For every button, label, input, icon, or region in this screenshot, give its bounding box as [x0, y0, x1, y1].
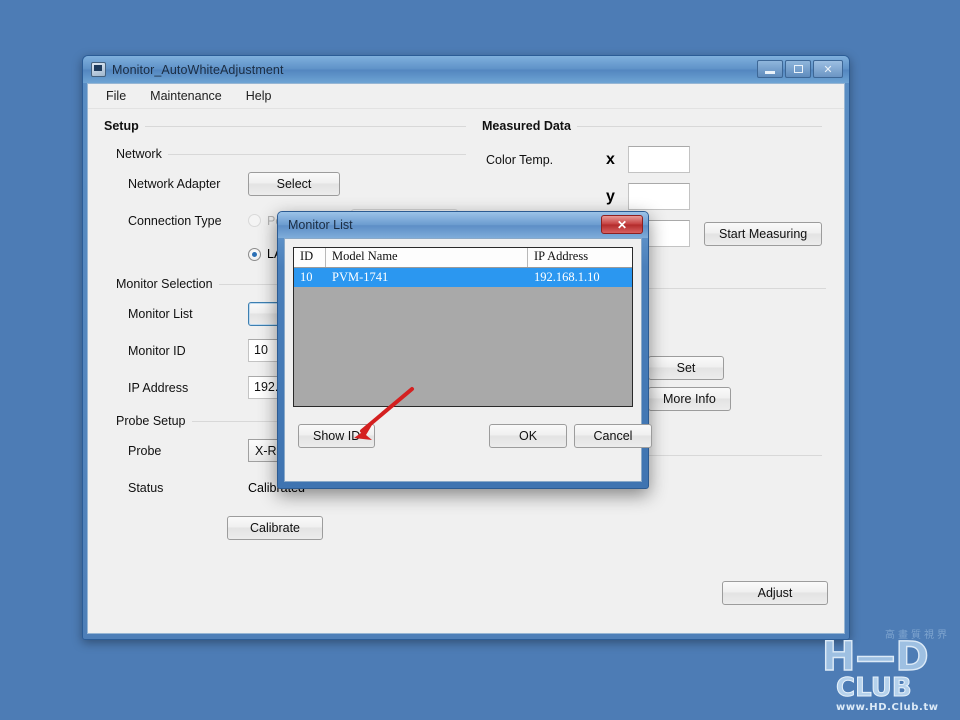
dialog-close-button[interactable]: ✕	[601, 215, 643, 234]
dialog-button-bar: Show ID OK Cancel	[293, 424, 652, 448]
app-monitor-icon	[91, 62, 106, 77]
title-bar[interactable]: Monitor_AutoWhiteAdjustment ✕	[83, 56, 849, 83]
calibrate-row: Calibrate	[116, 508, 474, 540]
probe-label: Probe	[128, 443, 162, 458]
status-label: Status	[128, 480, 164, 495]
connection-type-label: Connection Type	[128, 213, 222, 228]
cell-id: 10	[300, 270, 313, 284]
set-button[interactable]: Set	[648, 355, 724, 380]
network-adapter-label: Network Adapter	[128, 176, 221, 191]
dialog-title: Monitor List	[288, 218, 353, 232]
dialog-title-bar[interactable]: Monitor List ✕	[278, 212, 648, 238]
window-controls: ✕	[757, 60, 843, 78]
svg-text:www.HD.Club.tw: www.HD.Club.tw	[836, 702, 939, 713]
radio-dot-icon	[248, 214, 261, 227]
cell-ip-address: 192.168.1.10	[534, 270, 600, 284]
close-icon: ✕	[823, 63, 833, 76]
adjust-button[interactable]: Adjust	[722, 581, 828, 605]
measured-data-title: Measured Data	[482, 119, 577, 133]
column-header-id[interactable]: ID	[294, 248, 326, 267]
ok-button[interactable]: OK	[489, 424, 567, 448]
radio-dot-selected-icon	[248, 247, 261, 261]
network-group-title: Network	[116, 147, 168, 161]
more-info-button[interactable]: More Info	[648, 387, 731, 411]
table-header-row: ID Model Name IP Address	[294, 248, 632, 268]
show-id-button[interactable]: Show ID	[298, 424, 376, 448]
x-axis-label: x	[606, 150, 615, 168]
color-temp-x-field[interactable]	[628, 146, 690, 173]
minimize-button[interactable]	[757, 60, 783, 78]
watermark-cjk-text: 高畫質視界	[885, 630, 950, 641]
monitor-list-label: Monitor List	[128, 306, 193, 321]
menu-item-maintenance[interactable]: Maintenance	[140, 86, 232, 106]
color-temp-y-row: y	[486, 178, 830, 215]
cancel-button[interactable]: Cancel	[574, 424, 652, 448]
table-row[interactable]: 10 PVM-1741 192.168.1.10	[294, 268, 632, 287]
menu-bar: File Maintenance Help	[88, 84, 844, 109]
calibrate-button[interactable]: Calibrate	[227, 516, 323, 540]
y-axis-label: y	[606, 187, 615, 205]
start-measuring-button[interactable]: Start Measuring	[704, 221, 823, 246]
probe-setup-title: Probe Setup	[116, 414, 192, 428]
color-temp-x-row: Color Temp. x	[486, 141, 830, 178]
dialog-body: ID Model Name IP Address 10 PVM-1741 192…	[284, 238, 652, 482]
network-adapter-row: Network Adapter Select	[128, 165, 474, 202]
color-temp-label: Color Temp.	[486, 152, 554, 167]
watermark: 高畫質視界 H—D CLUB www.HD.Club.tw	[806, 626, 952, 714]
menu-item-help[interactable]: Help	[236, 86, 282, 106]
network-group-rule	[116, 154, 466, 155]
close-button[interactable]: ✕	[813, 60, 843, 78]
adjust-row: Adjust	[722, 581, 828, 605]
cell-model-name: PVM-1741	[332, 270, 389, 284]
menu-item-file[interactable]: File	[96, 86, 136, 106]
svg-text:CLUB: CLUB	[836, 673, 912, 703]
ip-address-label: IP Address	[128, 380, 189, 395]
network-adapter-select-button[interactable]: Select	[248, 171, 340, 196]
maximize-icon	[793, 65, 803, 73]
column-header-ip-address[interactable]: IP Address	[528, 248, 632, 267]
window-title: Monitor_AutoWhiteAdjustment	[112, 62, 284, 77]
monitor-list-table[interactable]: ID Model Name IP Address 10 PVM-1741 192…	[293, 247, 633, 407]
maximize-button[interactable]	[785, 60, 811, 78]
monitor-id-label: Monitor ID	[128, 343, 186, 358]
color-temp-y-field[interactable]	[628, 183, 690, 210]
column-header-model-name[interactable]: Model Name	[326, 248, 528, 267]
setup-group-rule	[104, 126, 466, 127]
monitor-selection-title: Monitor Selection	[116, 277, 219, 291]
monitor-list-dialog: Monitor List ✕ ID Model Name IP Address …	[277, 211, 652, 489]
setup-group-title: Setup	[104, 119, 145, 133]
close-icon: ✕	[616, 217, 628, 232]
minimize-icon	[765, 70, 775, 74]
